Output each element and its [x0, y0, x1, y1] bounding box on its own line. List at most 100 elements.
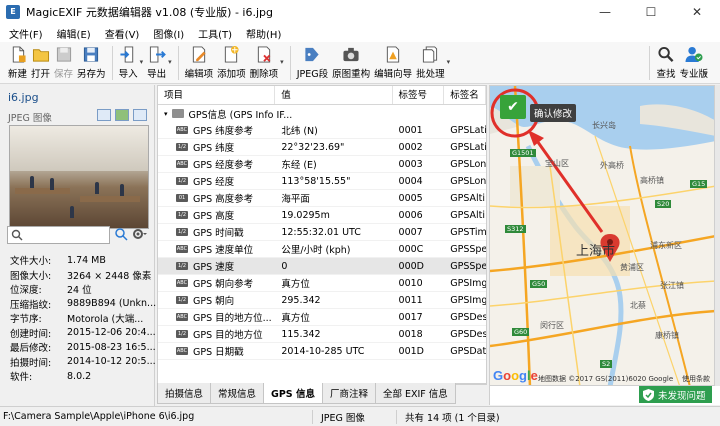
gear-icon[interactable]	[131, 227, 147, 241]
tab-shooting-info[interactable]: 拍摄信息	[157, 383, 212, 404]
menu-help[interactable]: 帮助(H)	[239, 26, 288, 41]
export-button[interactable]: 导出	[145, 46, 168, 80]
save-button[interactable]: 保存	[52, 46, 75, 80]
new-button[interactable]: 新建	[6, 46, 29, 80]
pro-dropdown-icon[interactable]: ▾	[704, 70, 708, 78]
jpeg-segment-button[interactable]: JPEG段	[295, 46, 330, 80]
tab-all-exif[interactable]: 全部 EXIF 信息	[374, 383, 456, 404]
cell-item: 01 GPS 高度参考	[158, 191, 275, 205]
map-city-label: 上海市	[576, 244, 616, 259]
menu-image[interactable]: 图像(I)	[146, 26, 191, 41]
table-row[interactable]: 01 GPS 高度参考 海平面 0005 GPSAlti	[158, 190, 486, 207]
property-value: 24 位	[67, 285, 92, 297]
image-thumbnail[interactable]	[9, 125, 149, 229]
tag-type-icon: 1/2	[176, 330, 188, 338]
col-tag-number-header[interactable]: 标签号	[393, 86, 445, 104]
map-place-label: 张江镇	[660, 281, 684, 290]
cell-tag-name: GPSSpe	[450, 260, 486, 272]
import-dropdown-icon[interactable]: ▾	[140, 58, 144, 66]
menu-tools[interactable]: 工具(T)	[191, 26, 239, 41]
check-icon: ✔	[507, 99, 519, 115]
add-item-button[interactable]: 添加项	[215, 46, 248, 80]
import-button[interactable]: 导入	[117, 46, 140, 80]
tab-maker-notes[interactable]: 厂商注释	[321, 383, 376, 404]
locate-icon[interactable]	[114, 227, 128, 241]
cell-tag-name: GPSLati	[450, 124, 486, 136]
highway-shield: S2	[600, 360, 613, 368]
open-button[interactable]: 打开	[29, 46, 52, 80]
batch-dropdown-icon[interactable]: ▾	[447, 58, 451, 66]
save-as-button[interactable]: 另存为	[75, 46, 108, 80]
rebuild-button[interactable]: 原图重构	[330, 46, 372, 80]
save-as-icon	[84, 47, 99, 62]
collapse-icon[interactable]: ▾	[164, 110, 168, 118]
map-terms-link[interactable]: 使用条款	[682, 374, 710, 384]
menu-view[interactable]: 查看(V)	[98, 26, 147, 41]
close-button[interactable]: ✕	[674, 0, 720, 24]
maximize-button[interactable]: ☐	[628, 0, 674, 24]
cell-tag-name: GPSAlti	[450, 192, 486, 204]
right-scrollbar[interactable]	[715, 85, 720, 386]
table-row[interactable]: 1/2 GPS 速度 0 000D GPSSpe	[158, 258, 486, 275]
property-row: 位深度: 24 位	[10, 282, 156, 297]
confirm-edit-button[interactable]: ✔	[500, 95, 526, 119]
table-row[interactable]: ABC GPS 目的地方位... 真方位 0017 GPSDes	[158, 309, 486, 326]
col-value-header[interactable]: 值	[275, 86, 393, 104]
table-row[interactable]: ABC GPS 纬度参考 北纬 (N) 0001 GPSLati	[158, 122, 486, 139]
cell-tag-name: GPSTim	[450, 226, 486, 238]
cell-tag-number: 0017	[398, 311, 423, 323]
delete-dropdown-icon[interactable]: ▾	[280, 58, 284, 66]
metadata-table: 项目 值 标签号 标签名 ▾ GPS信息 (GPS Info IF... ABC…	[157, 85, 487, 384]
delete-item-button[interactable]: 删除项	[248, 46, 281, 80]
info-tabs: 拍摄信息 常规信息 GPS 信息 厂商注释 全部 EXIF 信息	[157, 383, 487, 404]
cell-tag-number: 000D	[398, 260, 424, 272]
col-item-header[interactable]: 项目	[158, 86, 276, 104]
search-input[interactable]	[7, 226, 110, 244]
cell-value: 北纬 (N)	[281, 126, 318, 137]
minimize-button[interactable]: —	[582, 0, 628, 24]
table-row[interactable]: ABC GPS 日期戳 2014-10-285 UTC 001D GPSDat	[158, 343, 486, 360]
find-button[interactable]: 查找	[654, 46, 677, 80]
property-row: 软件: 8.0.2	[10, 369, 156, 384]
menu-file[interactable]: 文件(F)	[2, 26, 50, 41]
cell-tag-number: 0010	[398, 277, 423, 289]
table-row[interactable]: ABC GPS 朝向参考 真方位 0010 GPSImg	[158, 275, 486, 292]
property-key: 文件大小:	[10, 256, 52, 268]
cell-item-label: GPS 时间戳	[193, 228, 244, 239]
cell-item: ABC GPS 速度单位	[158, 242, 275, 256]
export-dropdown-icon[interactable]: ▾	[168, 58, 172, 66]
file-name: i6.jpg	[8, 91, 39, 104]
batch-button[interactable]: 批处理	[414, 46, 447, 80]
property-value: Motorola (大端...	[67, 314, 144, 326]
menu-edit[interactable]: 编辑(E)	[50, 26, 98, 41]
table-row[interactable]: 1/2 GPS 经度 113°58'15.55" 0004 GPSLon	[158, 173, 486, 190]
property-row: 最后修改: 2015-08-23 16:5...	[10, 340, 156, 355]
table-row[interactable]: ABC GPS 经度参考 东经 (E) 0003 GPSLon	[158, 156, 486, 173]
view-image-icon[interactable]	[115, 109, 129, 121]
tag-type-icon: ABC	[176, 160, 188, 168]
gps-group-row[interactable]: ▾ GPS信息 (GPS Info IF...	[158, 105, 486, 122]
table-row[interactable]: ABC GPS 速度单位 公里/小时 (kph) 000C GPSSpe	[158, 241, 486, 258]
map-canvas[interactable]	[490, 86, 715, 386]
wizard-icon	[386, 46, 400, 63]
table-row[interactable]: 1/2 GPS 朝向 295.342 0011 GPSImg	[158, 292, 486, 309]
view-fit-icon[interactable]	[97, 109, 111, 121]
cell-item: ABC GPS 目的地方位...	[158, 310, 275, 324]
edit-item-button[interactable]: 编辑项	[183, 46, 216, 80]
status-badge[interactable]: 未发现问题	[639, 386, 712, 403]
table-row[interactable]: 1/2 GPS 目的地方位 115.342 0018 GPSDes	[158, 326, 486, 343]
tab-general-info[interactable]: 常规信息	[210, 383, 265, 404]
property-key: 拍摄时间:	[10, 357, 52, 369]
cell-tag-number: 0005	[398, 192, 423, 204]
cell-value: 东经 (E)	[281, 160, 317, 171]
table-row[interactable]: 1/2 GPS 纬度 22°32'23.69" 0002 GPSLati	[158, 139, 486, 156]
map-place-label: 浦东新区	[650, 241, 682, 250]
cell-tag-name: GPSSpe	[450, 243, 486, 255]
view-grid-icon[interactable]	[133, 109, 147, 121]
tab-gps-info[interactable]: GPS 信息	[263, 383, 323, 404]
table-row[interactable]: 1/2 GPS 高度 19.0295m 0006 GPSAlti	[158, 207, 486, 224]
property-key: 压缩指纹:	[10, 299, 52, 311]
table-row[interactable]: 1/2 GPS 时间戳 12:55:32.01 UTC 0007 GPSTim	[158, 224, 486, 241]
edit-wizard-button[interactable]: 编辑向导	[372, 46, 414, 80]
col-tag-name-header[interactable]: 标签名	[444, 86, 486, 104]
